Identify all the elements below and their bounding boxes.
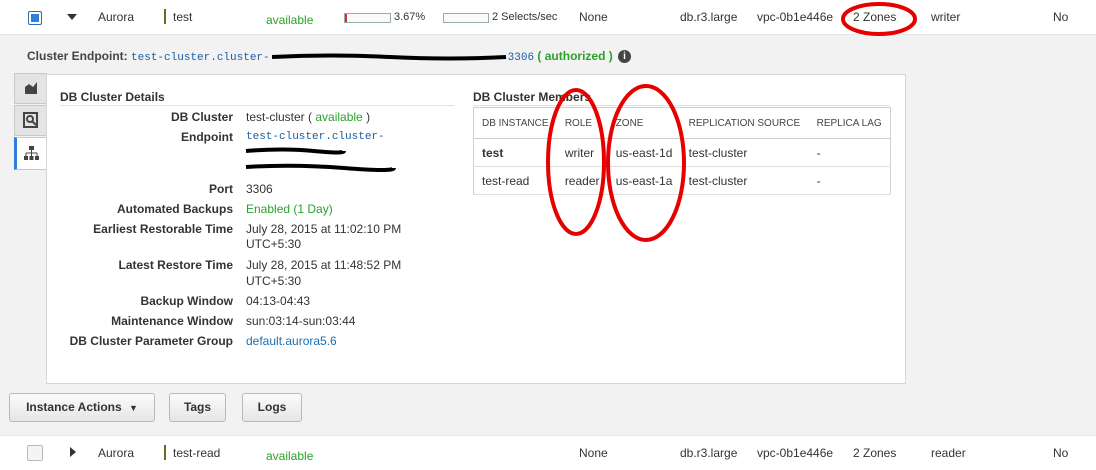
member-zone: us-east-1d [607,138,681,167]
member-zone: us-east-1a [607,166,681,195]
monitoring-chart-icon [25,82,37,94]
db-cluster-close: ) [366,110,371,124]
engine-cell: Aurora [98,10,135,24]
magnifier-icon [23,112,38,128]
earliest-restorable-line2: UTC+5:30 [246,237,302,251]
col-zone[interactable]: ZONE [607,107,681,139]
instance-row[interactable]: Aurora test-read available None db.r3.la… [0,435,1096,470]
status-marker-icon [164,9,166,24]
member-role: reader [556,166,608,195]
member-source: test-cluster [680,166,809,195]
col-role[interactable]: ROLE [556,107,608,139]
automated-backups-value: Enabled (1 Day) [246,202,333,216]
automated-backups-label: Automated Backups [116,202,233,216]
instance-actions-label: Instance Actions [26,400,122,414]
endpoint-label: Endpoint [181,130,233,144]
table-row[interactable]: test-read reader us-east-1a test-cluster… [473,166,891,195]
backup-window-value: 04:13-04:43 [246,294,311,308]
sitemap-icon [24,146,39,160]
tab-details[interactable] [14,105,47,136]
logs-button[interactable]: Logs [242,393,302,422]
instance-row-selected[interactable]: Aurora test available 3.67% 2 Selects/se… [0,0,1096,35]
table-header-row: DB INSTANCE ROLE ZONE REPLICATION SOURCE… [473,107,891,139]
multi-az-cell: 2 Zones [853,10,897,24]
row-checkbox-checked[interactable] [28,11,42,25]
status-cell: available [266,13,314,27]
role-cell: writer [931,10,961,24]
divider [60,105,454,106]
divider [473,105,890,106]
col-replication-source[interactable]: REPLICATION SOURCE [680,107,809,139]
collapse-caret-icon[interactable] [67,14,77,20]
info-icon[interactable]: i [618,50,631,63]
member-lag: - [808,166,891,195]
db-cluster-label: DB Cluster [170,110,233,124]
status-marker-icon [164,445,166,460]
db-cluster-members-title: DB Cluster Members [473,90,592,104]
cpu-meter-fill [345,14,347,22]
db-cluster-status: available [315,110,363,124]
parameter-group-link[interactable]: default.aurora5.6 [246,334,337,348]
latest-restore-line2: UTC+5:30 [246,274,302,288]
cluster-endpoint-value[interactable]: test-cluster.cluster- [131,52,270,64]
table-row[interactable]: test writer us-east-1d test-cluster - [473,138,891,167]
class-cell: db.r3.large [680,446,738,460]
connections-meter [443,13,489,23]
db-cluster-name: test-cluster ( [246,110,313,124]
col-replica-lag[interactable]: REPLICA LAG [808,107,891,139]
earliest-restorable-label: Earliest Restorable Time [93,222,233,236]
chevron-down-icon: ▼ [129,403,138,413]
cpu-meter [344,13,391,23]
latest-restore-line1: July 28, 2015 at 11:48:52 PM [246,258,402,272]
member-source: test-cluster [680,138,809,167]
instance-actions-button[interactable]: Instance Actions ▼ [9,393,155,422]
redacted-text [270,52,508,66]
maintenance-window-value: sun:03:14-sun:03:44 [246,314,356,328]
cluster-endpoint-label: Cluster Endpoint: [27,49,128,63]
tab-cluster-members[interactable] [14,137,46,170]
encrypted-cell: No [1053,446,1069,460]
instance-name-cell: test-read [173,446,221,460]
parameter-group-label: DB Cluster Parameter Group [69,334,233,348]
status-cell: available [266,449,314,463]
redacted-endpoint [245,147,396,172]
db-cluster-details-title: DB Cluster Details [60,90,165,104]
tags-button[interactable]: Tags [169,393,226,422]
earliest-restorable-line1: July 28, 2015 at 11:02:10 PM [246,222,402,236]
backup-window-label: Backup Window [140,294,233,308]
maintenance-window-label: Maintenance Window [111,314,233,328]
paren-open: ( [537,49,542,63]
latest-restore-label: Latest Restore Time [118,258,234,272]
endpoint-value[interactable]: test-cluster.cluster- [246,131,385,143]
member-lag: - [808,138,891,167]
member-instance: test [473,138,557,167]
engine-cell: Aurora [98,446,135,460]
endpoint-auth-status: authorized [544,49,606,63]
port-value: 3306 [246,182,273,196]
cpu-percent: 3.67% [394,11,426,23]
replication-cell: None [579,10,608,24]
multi-az-cell: 2 Zones [853,446,897,460]
db-cluster-value: test-cluster ( available ) [246,110,370,124]
class-cell: db.r3.large [680,10,738,24]
expand-caret-icon[interactable] [70,447,76,457]
role-cell: reader [931,446,966,460]
paren-close: ) [608,49,613,63]
port-label: Port [209,182,233,196]
col-db-instance[interactable]: DB INSTANCE [473,107,557,139]
encrypted-cell: No [1053,10,1069,24]
row-checkbox[interactable] [27,445,43,461]
cluster-endpoint-port: 3306 [507,52,535,64]
cluster-endpoint-line: Cluster Endpoint: test-cluster.cluster- 3… [27,49,613,64]
instance-name-cell: test [173,10,193,24]
replication-cell: None [579,446,608,460]
vpc-cell: vpc-0b1e446e [757,10,834,24]
cluster-members-table: DB INSTANCE ROLE ZONE REPLICATION SOURCE… [473,107,891,195]
tab-monitoring[interactable] [14,73,47,104]
connections-value: 2 Selects/sec [492,11,558,23]
member-instance: test-read [473,166,557,195]
vpc-cell: vpc-0b1e446e [757,446,834,460]
member-role: writer [556,138,608,167]
